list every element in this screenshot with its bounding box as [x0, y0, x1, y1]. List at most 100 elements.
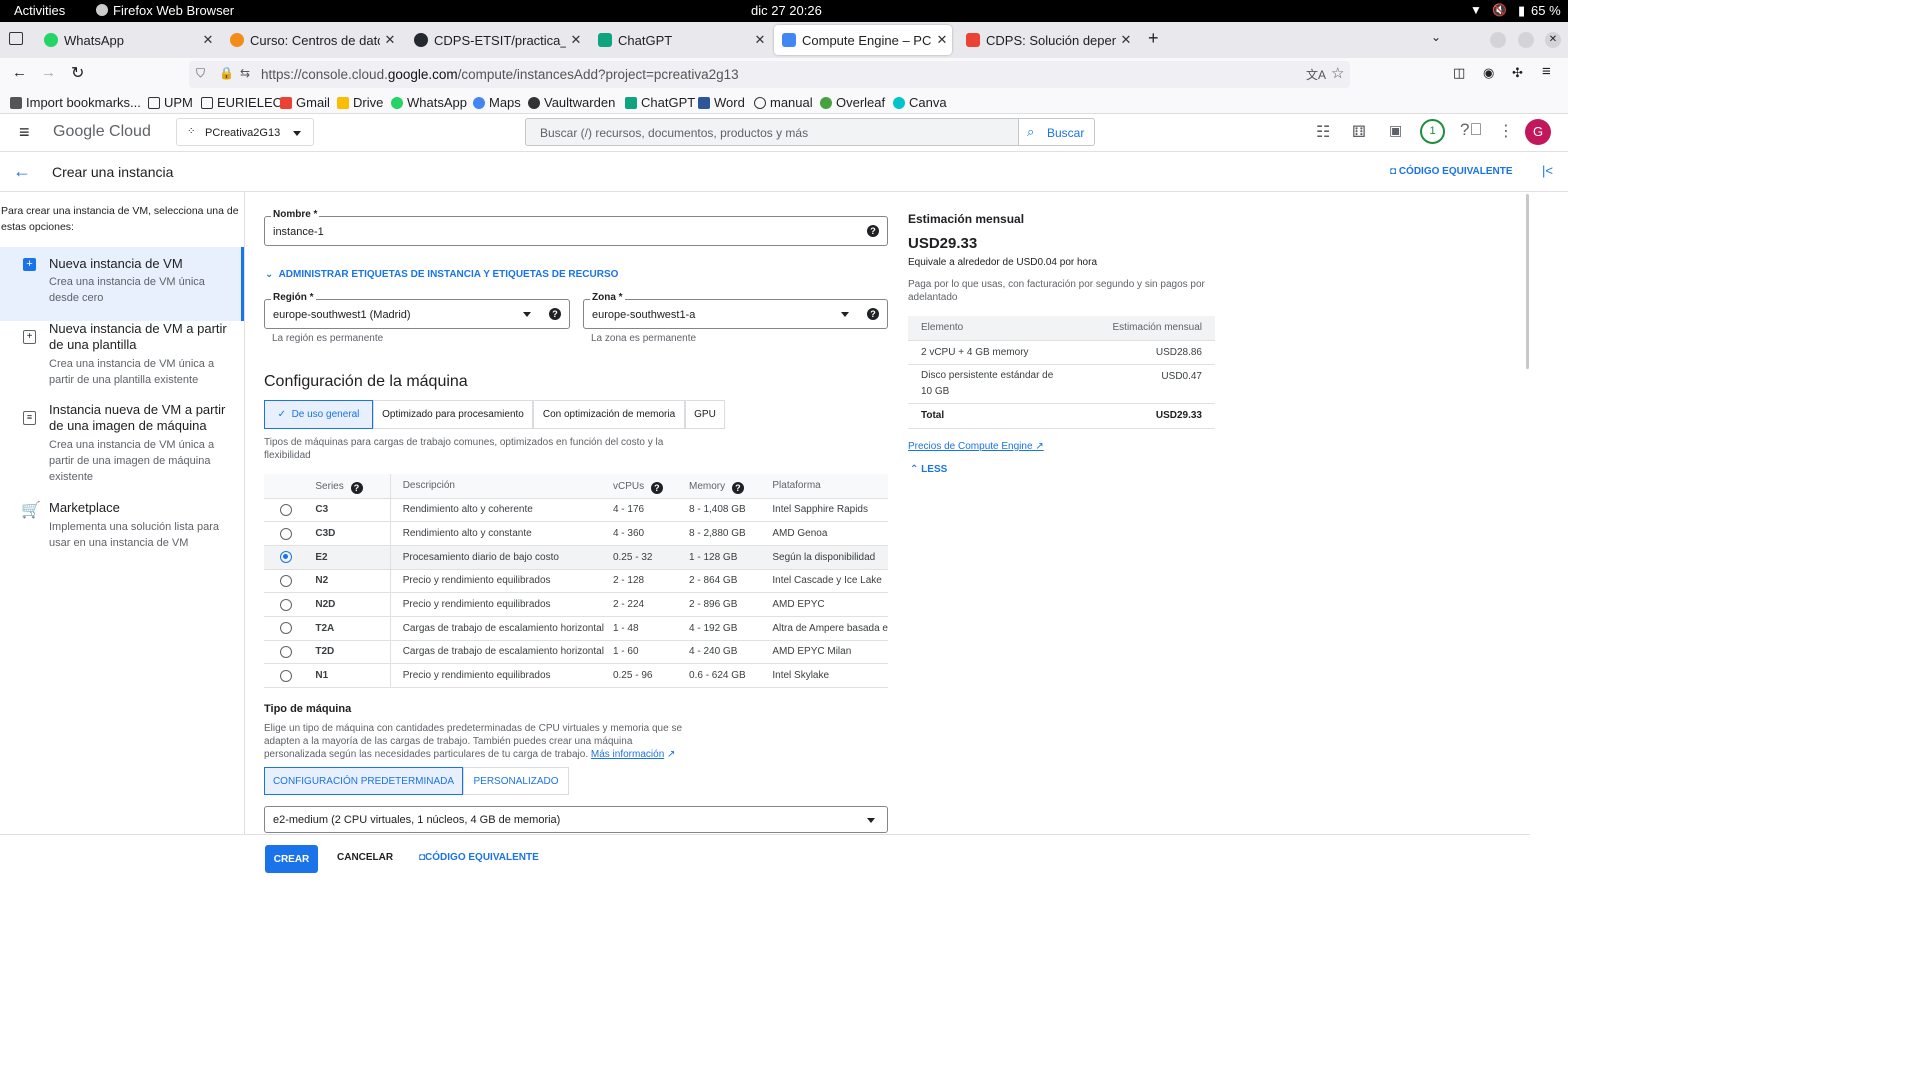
bookmark-upm[interactable]: UPM: [148, 95, 193, 110]
close-icon[interactable]: ✕: [198, 32, 218, 48]
custom-config-button[interactable]: PERSONALIZADO: [463, 767, 569, 795]
radio[interactable]: [264, 498, 316, 523]
notes-icon[interactable]: ☷: [1316, 122, 1330, 142]
extensions-icon[interactable]: ✣: [1512, 65, 1523, 81]
create-button[interactable]: CREAR: [265, 845, 318, 873]
close-icon[interactable]: ✕: [566, 32, 586, 48]
family-gpu[interactable]: GPU: [685, 400, 725, 429]
google-cloud-logo[interactable]: Google Cloud: [53, 123, 151, 141]
help-icon[interactable]: ?: [731, 481, 744, 494]
name-field[interactable]: Nombre * instance-1 ?: [264, 209, 888, 246]
manage-labels-link[interactable]: ⌄ ADMINISTRAR ETIQUETAS DE INSTANCIA Y E…: [265, 269, 618, 280]
radio-button[interactable]: [280, 503, 292, 516]
bookmark-import[interactable]: Import bookmarks...: [10, 95, 141, 110]
forward-icon[interactable]: →: [41, 64, 56, 81]
maximize-button[interactable]: [1518, 32, 1534, 48]
series-row-n1[interactable]: N1 Precio y rendimiento equilibrados 0.25 …: [264, 663, 888, 688]
wifi-icon[interactable]: ▼: [1470, 3, 1482, 17]
app-menu[interactable]: Firefox Web Browser: [96, 3, 234, 18]
series-row-e2[interactable]: E2 Procesamiento diario de bajo costo 0.25…: [264, 545, 888, 570]
radio-button[interactable]: [280, 574, 292, 587]
less-toggle[interactable]: ⌃ LESS: [910, 464, 947, 475]
radio[interactable]: [264, 569, 316, 594]
bookmark-overleaf[interactable]: Overleaf: [820, 95, 885, 110]
radio[interactable]: [264, 521, 316, 546]
lock-icon[interactable]: 🔒: [219, 66, 234, 80]
tab-overview-icon[interactable]: [9, 32, 23, 45]
volume-muted-icon[interactable]: 🔇: [1492, 3, 1507, 17]
radio-button[interactable]: [280, 645, 292, 658]
notifications-badge[interactable]: 1: [1420, 119, 1445, 144]
family-memory-optimized[interactable]: Con optimización de memoria: [533, 400, 685, 429]
avatar[interactable]: G: [1525, 119, 1551, 145]
option-new-vm[interactable]: + Nueva instancia de VM Crea una instanc…: [0, 247, 244, 321]
tab-chatgpt[interactable]: ChatGPT ✕: [590, 25, 770, 55]
option-marketplace[interactable]: 🛒 Marketplace Implementa una solución li…: [0, 500, 244, 560]
back-arrow-icon[interactable]: ←: [13, 161, 31, 182]
equivalent-code-button[interactable]: ◘ CÓDIGO EQUIVALENTE: [1390, 166, 1513, 177]
bookmark-whatsapp[interactable]: WhatsApp: [391, 95, 467, 110]
minimize-button[interactable]: [1490, 32, 1506, 48]
col-series[interactable]: Series ?: [315, 474, 391, 499]
radio-button[interactable]: [280, 551, 292, 564]
tab-whatsapp[interactable]: WhatsApp ✕: [36, 25, 218, 55]
radio[interactable]: [264, 592, 316, 617]
pricing-link[interactable]: Precios de Compute Engine ↗: [908, 441, 1044, 452]
battery-icon[interactable]: ▮: [1518, 3, 1525, 19]
bookmark-gmail[interactable]: Gmail: [280, 95, 330, 110]
help-icon[interactable]: ?⃝: [1460, 120, 1482, 140]
bookmark-vaultwarden[interactable]: Vaultwarden: [528, 95, 615, 110]
series-row-n2d[interactable]: N2D Precio y rendimiento equilibrados 2 - …: [264, 592, 888, 617]
tab-curso[interactable]: Curso: Centros de datos y✕: [222, 25, 400, 55]
search-button[interactable]: ⌕ Buscar: [1018, 118, 1095, 146]
list-tabs-button[interactable]: ⌄: [1431, 30, 1441, 44]
project-selector[interactable]: ⁘ PCreativa2G13: [176, 118, 314, 146]
cancel-button[interactable]: CANCELAR: [337, 852, 393, 863]
tab-compute-engine[interactable]: Compute Engine – PCrea✕: [774, 25, 952, 55]
equivalent-code-bottom-button[interactable]: ◘CÓDIGO EQUIVALENTE: [419, 852, 539, 863]
bookmark-word[interactable]: Word: [698, 95, 745, 110]
help-icon[interactable]: ?: [549, 308, 561, 320]
bookmark-eurielec[interactable]: EURIELEC: [201, 95, 282, 110]
hamburger-menu-icon[interactable]: ≡: [19, 122, 30, 143]
help-icon[interactable]: ?: [867, 225, 879, 237]
permissions-icon[interactable]: ⇆: [240, 66, 250, 80]
radio[interactable]: [264, 616, 316, 641]
activities-button[interactable]: Activities: [14, 3, 65, 18]
series-row-t2a[interactable]: T2A Cargas de trabajo de escalamiento hor…: [264, 616, 888, 641]
preset-config-button[interactable]: CONFIGURACIÓN PREDETERMINADA: [264, 767, 463, 795]
close-icon[interactable]: ✕: [1116, 32, 1136, 48]
series-row-c3[interactable]: C3 Rendimiento alto y coherente 4 - 176 8 -…: [264, 498, 888, 523]
back-icon[interactable]: ←: [12, 64, 27, 81]
more-info-link[interactable]: Más información: [591, 749, 664, 760]
bookmark-chatgpt[interactable]: ChatGPT: [625, 95, 695, 110]
bookmark-star-icon[interactable]: ☆: [1331, 64, 1344, 82]
radio-button[interactable]: [280, 622, 292, 635]
collapse-panel-icon[interactable]: |<: [1542, 163, 1553, 178]
account-icon[interactable]: ◉: [1483, 65, 1494, 81]
radio-button[interactable]: [280, 527, 292, 540]
pocket-icon[interactable]: ◫: [1453, 65, 1465, 81]
bookmark-maps[interactable]: Maps: [473, 95, 521, 110]
help-icon[interactable]: ?: [650, 481, 663, 494]
bookmark-manual[interactable]: manual: [754, 95, 813, 110]
close-icon[interactable]: ✕: [932, 32, 952, 48]
url-bar[interactable]: ⛉ 🔒 ⇆ https://console.cloud.google.com/c…: [189, 61, 1350, 88]
translate-icon[interactable]: 文A: [1306, 66, 1326, 83]
radio-button[interactable]: [280, 598, 292, 611]
family-compute-optimized[interactable]: Optimizado para procesamiento: [373, 400, 533, 429]
machine-type-select[interactable]: e2-medium (2 CPU virtuales, 1 núcleos, 4…: [264, 806, 888, 833]
clock[interactable]: dic 27 20:26: [751, 3, 822, 18]
tab-github[interactable]: CDPS-ETSIT/practica_crea✕: [406, 25, 586, 55]
help-icon[interactable]: ?: [350, 481, 363, 494]
bookmark-canva[interactable]: Canva: [893, 95, 947, 110]
more-vert-icon[interactable]: ⋮: [1498, 121, 1514, 141]
series-row-t2d[interactable]: T2D Cargas de trabajo de escalamiento hor…: [264, 640, 888, 665]
cloud-shell-icon[interactable]: ▣: [1389, 122, 1402, 139]
reload-icon[interactable]: ↻: [71, 63, 84, 83]
family-general-purpose[interactable]: ✓ De uso general: [264, 400, 373, 429]
new-tab-button[interactable]: +: [1148, 28, 1159, 49]
help-icon[interactable]: ?: [867, 308, 879, 320]
zone-select[interactable]: Zona * europe-southwest1-a ?: [583, 292, 888, 329]
close-window-button[interactable]: ✕: [1545, 32, 1561, 48]
